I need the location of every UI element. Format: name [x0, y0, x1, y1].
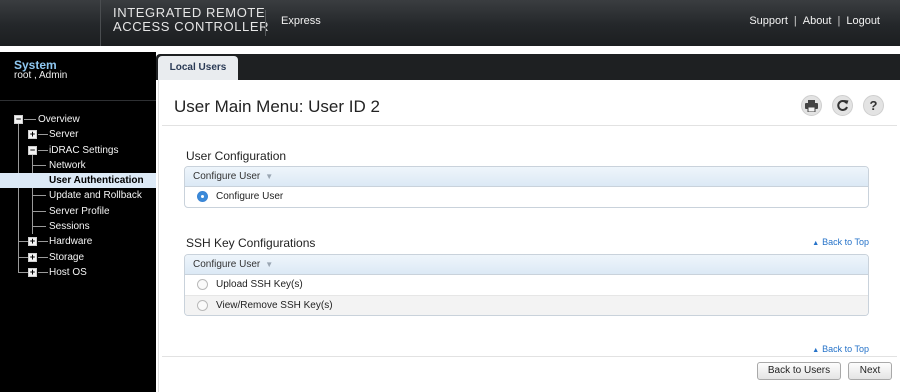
up-arrow-icon: ▲: [812, 347, 820, 354]
about-link[interactable]: About: [803, 15, 832, 27]
back-to-top-link[interactable]: ▲ Back to Top: [812, 237, 869, 247]
expand-icon[interactable]: +: [28, 267, 37, 277]
user-configuration-panel: Configure User ▼ Configure User: [184, 166, 869, 208]
refresh-icon[interactable]: [832, 95, 853, 116]
header-links: Support | About | Logout: [749, 15, 880, 27]
printer-icon-glyph: [805, 100, 818, 113]
ssh-key-configurations-title: SSH Key Configurations: [186, 236, 316, 250]
printer-icon[interactable]: [801, 95, 822, 116]
up-arrow-icon: ▲: [812, 240, 820, 247]
tree-connector: [18, 241, 28, 243]
collapse-icon[interactable]: −: [14, 115, 23, 124]
sidebar-item-label: iDRAC Settings: [49, 144, 119, 156]
sidebar-item-update-and-rollback[interactable]: Update and Rollback: [0, 188, 156, 203]
option-upload-ssh-keys[interactable]: Upload SSH Key(s): [185, 275, 868, 295]
option-label: Upload SSH Key(s): [216, 279, 303, 290]
sidebar-item-server[interactable]: + Server: [0, 127, 156, 142]
tree-connector: [38, 149, 48, 151]
configure-user-header[interactable]: Configure User ▼: [185, 167, 868, 187]
option-configure-user[interactable]: Configure User: [185, 187, 868, 207]
sidebar-user-info: root , Admin: [14, 70, 68, 81]
back-to-top-link[interactable]: ▲ Back to Top: [812, 344, 869, 354]
header-divider-left: [100, 0, 101, 46]
sidebar-item-label: Network: [49, 159, 86, 171]
tree-connector: [32, 164, 46, 166]
sidebar-divider: [0, 100, 156, 101]
nav-tree: − Overview + Server − iDRAC Settings Net…: [0, 112, 156, 280]
sidebar-item-label: Update and Rollback: [49, 190, 142, 202]
tree-connector: [32, 226, 46, 228]
sidebar-item-label: Host OS: [49, 266, 87, 278]
tree-connector: [32, 210, 46, 212]
option-view-remove-ssh-keys[interactable]: View/Remove SSH Key(s): [185, 295, 868, 315]
page-title: User Main Menu: User ID 2: [174, 97, 380, 116]
radio-button-checked[interactable]: [197, 191, 208, 202]
link-separator: |: [837, 15, 841, 27]
sidebar-item-label: Storage: [49, 251, 85, 263]
tree-connector: [38, 256, 48, 258]
tab-local-users[interactable]: Local Users: [158, 56, 238, 81]
tab-bar: Local Users: [156, 54, 900, 81]
tree-connector: [18, 256, 28, 258]
sidebar-item-network[interactable]: Network: [0, 158, 156, 173]
back-to-users-button[interactable]: Back to Users: [757, 362, 841, 380]
brand-line-2: ACCESS CONTROLLER: [113, 19, 270, 34]
footer-divider: [162, 356, 897, 357]
sidebar-item-label: Server Profile: [49, 205, 110, 217]
sidebar-item-user-authentication[interactable]: User Authentication: [0, 173, 156, 189]
brand-line-1: INTEGRATED REMOTE: [113, 5, 266, 20]
column-header-label: Configure User: [193, 171, 261, 182]
ssh-key-panel: Configure User ▼ Upload SSH Key(s) View/R…: [184, 254, 869, 316]
back-to-top-label: Back to Top: [822, 344, 869, 354]
sidebar-item-sessions[interactable]: Sessions: [0, 219, 156, 234]
option-label: Configure User: [216, 191, 284, 202]
tree-connector: [38, 271, 48, 273]
expand-icon[interactable]: +: [28, 130, 37, 140]
sidebar-item-label: User Authentication: [49, 175, 144, 187]
collapse-icon[interactable]: −: [28, 145, 37, 155]
sidebar-item-label: Hardware: [49, 236, 93, 248]
tree-connector: [38, 134, 48, 136]
sidebar-item-label: Server: [49, 129, 79, 141]
sidebar-item-host-os[interactable]: + Host OS: [0, 265, 156, 280]
header-divider: [265, 10, 266, 36]
expand-icon[interactable]: +: [28, 237, 37, 247]
column-header-label: Configure User: [193, 259, 261, 270]
option-label: View/Remove SSH Key(s): [216, 300, 333, 311]
top-header: INTEGRATED REMOTE ACCESS CONTROLLER Expr…: [0, 0, 900, 46]
refresh-icon-glyph: [837, 100, 849, 111]
expand-icon[interactable]: +: [28, 252, 37, 262]
next-button[interactable]: Next: [848, 362, 892, 380]
sort-caret-icon: ▼: [265, 172, 274, 181]
help-icon[interactable]: ?: [863, 95, 884, 116]
link-separator: |: [793, 15, 797, 27]
brand-logo: INTEGRATED REMOTE ACCESS CONTROLLER: [113, 6, 269, 34]
radio-button[interactable]: [197, 300, 208, 311]
logout-link[interactable]: Logout: [846, 15, 880, 27]
main-content: User Main Menu: User ID 2 ? User Configu…: [158, 80, 900, 392]
sidebar-item-storage[interactable]: + Storage: [0, 250, 156, 265]
sort-caret-icon: ▼: [265, 260, 274, 269]
back-to-top-label: Back to Top: [822, 237, 869, 247]
product-name: Express: [281, 15, 321, 27]
tree-connector: [18, 271, 28, 273]
sidebar: System root , Admin − Overview + Server …: [0, 52, 156, 392]
title-divider: [162, 125, 897, 126]
sidebar-item-hardware[interactable]: + Hardware: [0, 234, 156, 249]
tree-connector: [38, 241, 48, 243]
sidebar-item-server-profile[interactable]: Server Profile: [0, 204, 156, 219]
tree-connector: [32, 195, 46, 197]
sidebar-item-overview[interactable]: − Overview: [0, 112, 156, 127]
tree-connector: [24, 119, 36, 120]
support-link[interactable]: Support: [749, 15, 788, 27]
configure-user-header[interactable]: Configure User ▼: [185, 255, 868, 275]
sidebar-item-label: Sessions: [49, 221, 90, 233]
sidebar-item-idrac-settings[interactable]: − iDRAC Settings: [0, 143, 156, 158]
sidebar-item-label: Overview: [38, 114, 80, 125]
radio-button[interactable]: [197, 279, 208, 290]
user-configuration-title: User Configuration: [186, 149, 287, 163]
